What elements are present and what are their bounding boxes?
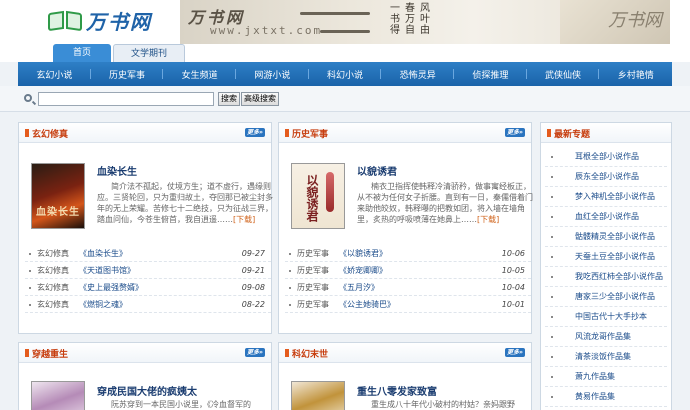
panel-fantasy: 玄幻修真 更多» 血染长生 血染长生 简介法不孤起，仗境方生；道不虚行，遇缘则应… bbox=[18, 122, 273, 334]
open-book-icon bbox=[48, 10, 82, 32]
panel-title: 最新专题 bbox=[554, 130, 591, 140]
nav-female[interactable]: 女生频道 bbox=[163, 68, 236, 81]
panel-time-travel: 穿越重生 更多» 穿成民国大佬的疯姨太 阮苏穿到一本民国小说里，《冷血督军的 bbox=[18, 342, 272, 410]
more-button[interactable]: 更多» bbox=[245, 128, 265, 137]
panel-history: 历史军事 更多» 以貌诱君 以貌诱君 楠衣卫指挥使韩释冷清骄矜，做事寓经板正，从… bbox=[278, 122, 533, 334]
list-item[interactable]: 耳根全部小说作品 bbox=[545, 147, 667, 167]
featured-book: 血染长生 血染长生 简介法不孤起，仗境方生；道不虚行，遇缘则应。三贤轮回，只为重… bbox=[31, 163, 281, 243]
more-button[interactable]: 更多» bbox=[245, 348, 265, 357]
list-item[interactable]: 中国古代十大手抄本 bbox=[545, 307, 667, 327]
nav-fantasy[interactable]: 玄幻小说 bbox=[18, 68, 91, 81]
nav-history-military[interactable]: 历史军事 bbox=[91, 68, 164, 81]
list-item[interactable]: 风流龙哥作品集 bbox=[545, 327, 667, 347]
brush-stroke bbox=[300, 12, 370, 15]
panel-header: 最新专题 bbox=[541, 123, 671, 143]
list-item[interactable]: 历史军事 《以貌诱君》 10-06 bbox=[285, 245, 531, 262]
brush-stroke bbox=[320, 30, 370, 33]
more-button[interactable]: 更多» bbox=[505, 128, 525, 137]
header-marker bbox=[25, 349, 29, 357]
panel-title: 历史军事 bbox=[292, 130, 329, 140]
list-item[interactable]: 清茶淡饭作品集 bbox=[545, 347, 667, 367]
panel-title: 玄幻修真 bbox=[32, 130, 69, 140]
site-logo[interactable]: 万书网 bbox=[48, 6, 152, 35]
featured-book-desc: 楠衣卫指挥使韩释冷清骄矜，做事寓经板正，从不被为任何女子折腰。直到有一日，秦儒借… bbox=[357, 182, 533, 224]
search-input[interactable] bbox=[38, 92, 214, 106]
banner-art: 万书网 bbox=[560, 0, 670, 44]
panel-header: 科幻末世 更多» bbox=[279, 343, 531, 363]
sidebar-topics: 最新专题 耳根全部小说作品 辰东全部小说作品 梦入神机全部小说作品 血红全部小说… bbox=[540, 122, 672, 410]
channel-tabs: 首页 文学期刊 bbox=[0, 44, 690, 62]
nav-detective[interactable]: 侦探推理 bbox=[454, 68, 527, 81]
book-list: 玄幻修真 《血染长生》 09-27 玄幻修真 《天道图书馆》 09-21 玄幻修真 《史上… bbox=[25, 245, 271, 313]
search-bar: 搜索 高级搜索 bbox=[0, 86, 690, 112]
logo-text: 万书网 bbox=[86, 10, 152, 34]
featured-book-desc: 阮苏穿到一本民国小说里，《冷血督军的 bbox=[111, 400, 251, 409]
poem-col: 风叶由 bbox=[420, 3, 430, 36]
site-header: 万书网 万书网 www.jxtxt.com 一书得 春万自 风叶由 万书网 bbox=[0, 0, 690, 44]
featured-book-title[interactable]: 穿成民国大佬的疯姨太 bbox=[97, 383, 197, 398]
poem-col: 一书得 bbox=[390, 3, 400, 36]
list-item[interactable]: 我吃西红柿全部小说作品 bbox=[545, 267, 667, 287]
list-item[interactable]: 玄幻修真 《燃铜之魂》 08-22 bbox=[25, 296, 271, 313]
tab-home[interactable]: 首页 bbox=[53, 44, 111, 62]
search-icon bbox=[24, 94, 32, 102]
topic-list: 耳根全部小说作品 辰东全部小说作品 梦入神机全部小说作品 血红全部小说作品 骷髅… bbox=[541, 143, 671, 407]
banner-site-url: www.jxtxt.com bbox=[210, 24, 323, 37]
banner-poem: 一书得 春万自 风叶由 bbox=[390, 3, 430, 36]
header-marker bbox=[547, 129, 551, 137]
download-link[interactable]: [下载] bbox=[233, 215, 255, 224]
panel-title: 科幻末世 bbox=[292, 350, 329, 360]
list-item[interactable]: 玄幻修真 《血染长生》 09-27 bbox=[25, 245, 271, 262]
featured-book-title[interactable]: 重生八零发家致富 bbox=[357, 383, 437, 398]
nav-online-game[interactable]: 网游小说 bbox=[236, 68, 309, 81]
panel-header: 玄幻修真 更多» bbox=[19, 123, 271, 143]
download-link[interactable]: [下载] bbox=[477, 215, 499, 224]
header-banner: 万书网 www.jxtxt.com 一书得 春万自 风叶由 万书网 bbox=[180, 0, 670, 44]
book-cover[interactable]: 以貌诱君 bbox=[291, 163, 345, 229]
list-item[interactable]: 玄幻修真 《史上最强赘婿》 09-08 bbox=[25, 279, 271, 296]
list-item[interactable]: 辰东全部小说作品 bbox=[545, 167, 667, 187]
list-item[interactable]: 萧九作品集 bbox=[545, 367, 667, 387]
featured-book: 以貌诱君 以貌诱君 楠衣卫指挥使韩释冷清骄矜，做事寓经板正，从不被为任何女子折腰… bbox=[291, 163, 541, 243]
nav-wuxia[interactable]: 武侠仙侠 bbox=[527, 68, 600, 81]
header-marker bbox=[285, 349, 289, 357]
poem-col: 春万自 bbox=[405, 3, 415, 36]
more-button[interactable]: 更多» bbox=[505, 348, 525, 357]
nav-scifi[interactable]: 科幻小说 bbox=[309, 68, 382, 81]
category-nav: 玄幻小说 历史军事 女生频道 网游小说 科幻小说 恐怖灵异 侦探推理 武侠仙侠 … bbox=[18, 62, 672, 86]
panel-header: 穿越重生 更多» bbox=[19, 343, 271, 363]
featured-book-title[interactable]: 血染长生 bbox=[97, 163, 137, 178]
featured-book-title[interactable]: 以貌诱君 bbox=[357, 163, 397, 178]
header-marker bbox=[285, 129, 289, 137]
panel-title: 穿越重生 bbox=[32, 350, 69, 360]
list-item[interactable]: 历史军事 《公主她骑巴》 10-01 bbox=[285, 296, 531, 313]
book-list: 历史军事 《以貌诱君》 10-06 历史军事 《娇宠卿卿》 10-05 历史军事 《五月汐… bbox=[285, 245, 531, 313]
list-item[interactable]: 梦入神机全部小说作品 bbox=[545, 187, 667, 207]
list-item[interactable]: 骷髅精灵全部小说作品 bbox=[545, 227, 667, 247]
list-item[interactable]: 历史军事 《五月汐》 10-04 bbox=[285, 279, 531, 296]
header-marker bbox=[25, 129, 29, 137]
advanced-search-button[interactable]: 高级搜索 bbox=[241, 92, 279, 106]
panel-header: 历史军事 更多» bbox=[279, 123, 531, 143]
book-cover[interactable] bbox=[291, 381, 345, 410]
featured-book-desc: 简介法不孤起，仗境方生；道不虚行，遇缘则应。三贤轮回，只为重归故土，夺回那已被尘… bbox=[97, 182, 273, 224]
list-item[interactable]: 天蚕土豆全部小说作品 bbox=[545, 247, 667, 267]
book-cover[interactable] bbox=[31, 381, 85, 410]
panel-scifi: 科幻末世 更多» 重生八零发家致富 重生成八十年代小破村的村姑？亲妈跟野 bbox=[278, 342, 532, 410]
list-item[interactable]: 黄易作品集 bbox=[545, 387, 667, 407]
nav-rural[interactable]: 乡村艳情 bbox=[599, 68, 672, 81]
search-button[interactable]: 搜索 bbox=[218, 92, 240, 106]
featured-book-desc: 重生成八十年代小破村的村姑？亲妈跟野 bbox=[371, 400, 515, 409]
nav-horror[interactable]: 恐怖灵异 bbox=[381, 68, 454, 81]
list-item[interactable]: 历史军事 《娇宠卿卿》 10-05 bbox=[285, 262, 531, 279]
tab-literary-journals[interactable]: 文学期刊 bbox=[113, 44, 185, 62]
list-item[interactable]: 唐家三少全部小说作品 bbox=[545, 287, 667, 307]
list-item[interactable]: 血红全部小说作品 bbox=[545, 207, 667, 227]
list-item[interactable]: 玄幻修真 《天道图书馆》 09-21 bbox=[25, 262, 271, 279]
book-cover[interactable]: 血染长生 bbox=[31, 163, 85, 229]
